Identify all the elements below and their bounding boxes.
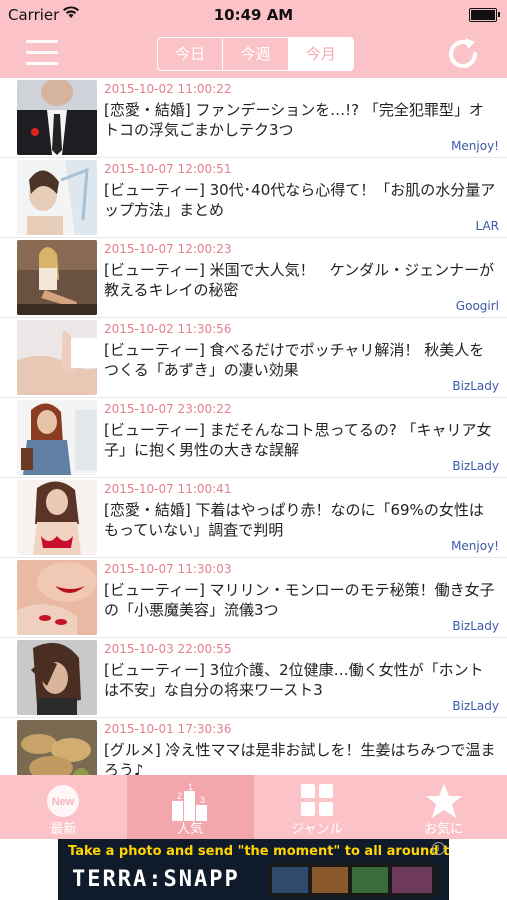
article-title: [ビューティー] 食べるだけでポッチャリ解消！ 秋美人をつくる「あずき」の凄い効… [104, 341, 485, 379]
article-source: BizLady [452, 699, 499, 713]
article-title: [ビューティー] マリリン・モンローのモテ秘策！働き女子の「小悪魔美容」流儀3つ [104, 581, 495, 619]
article-date: 2015-10-03 22:00:55 [104, 642, 232, 656]
article-title: [恋愛・結婚] ファンデーションを…!? 「完全犯罪型」オトコの浮気ごまかしテク… [104, 101, 484, 139]
article-title: [グルメ] 冷え性ママは是非お試しを！生姜はちみつで温まろう♪ [104, 741, 496, 775]
article-source: BizLady [452, 459, 499, 473]
article-date: 2015-10-07 12:00:23 [104, 242, 232, 256]
list-item[interactable]: 2015-10-01 17:30:36 [グルメ] 冷え性ママは是非お試しを！生… [0, 718, 507, 775]
navigation-bar: 今日 今週 今月 [0, 30, 507, 78]
ad-photo-strip [268, 863, 438, 897]
clock: 10:49 AM [213, 6, 294, 24]
ad-headline: Take a photo and send "the moment" to al… [68, 844, 449, 859]
list-item[interactable]: 2015-10-07 11:00:41 [恋愛・結婚] 下着はやっぱり赤！なのに… [0, 478, 507, 558]
reload-icon[interactable] [445, 36, 481, 72]
article-date: 2015-10-07 11:00:41 [104, 482, 232, 496]
tab-label: 最新 [50, 822, 77, 837]
article-source: BizLady [452, 379, 499, 393]
list-item[interactable]: 2015-10-03 22:00:55 [ビューティー] 3位介護、2位健康…働… [0, 638, 507, 718]
article-title: [ビューティー] まだそんなコト思ってるの? 「キャリア女子」に抱く男性の大きな… [104, 421, 492, 459]
tab-latest[interactable]: New 最新 [0, 775, 127, 839]
article-thumbnail [17, 560, 97, 635]
list-item[interactable]: 2015-10-02 11:30:56 [ビューティー] 食べるだけでポッチャリ… [0, 318, 507, 398]
article-date: 2015-10-02 11:30:56 [104, 322, 232, 336]
article-date: 2015-10-01 17:30:36 [104, 722, 232, 736]
article-thumbnail [17, 240, 97, 315]
article-source: BizLady [452, 619, 499, 633]
tab-popular[interactable]: 213 人気 [126, 775, 254, 839]
list-item[interactable]: 2015-10-07 12:00:51 [ビューティー] 30代･40代なら心得… [0, 158, 507, 238]
tab-label: ジャンル [291, 822, 343, 837]
article-source: Menjoy! [451, 539, 499, 553]
ad-banner[interactable]: Take a photo and send "the moment" to al… [58, 839, 449, 900]
star-icon [425, 783, 463, 823]
segment-month[interactable]: 今月 [288, 38, 353, 70]
tab-label: お気に [424, 822, 464, 837]
article-thumbnail [17, 640, 97, 715]
article-title: [ビューティー] 米国で大人気！ ケンダル・ジェンナーが教えるキレイの秘密 [104, 261, 495, 299]
article-thumbnail [17, 320, 97, 395]
article-title: [恋愛・結婚] 下着はやっぱり赤！なのに「69%の女性はもっていない」調査で判明 [104, 501, 484, 539]
segment-week[interactable]: 今週 [223, 38, 289, 70]
list-item[interactable]: 2015-10-07 11:30:03 [ビューティー] マリリン・モンローのモ… [0, 558, 507, 638]
list-item[interactable]: 2015-10-02 11:00:22 [恋愛・結婚] ファンデーションを…!?… [0, 78, 507, 158]
menu-icon[interactable] [26, 40, 58, 66]
article-date: 2015-10-07 12:00:51 [104, 162, 232, 176]
article-date: 2015-10-07 23:00:22 [104, 402, 232, 416]
grid-icon [300, 783, 334, 821]
segment-today[interactable]: 今日 [158, 38, 224, 70]
tab-bar: New 最新 213 人気 ジャンル お気に [0, 775, 507, 839]
period-segmented-control: 今日 今週 今月 [157, 37, 354, 71]
article-title: [ビューティー] 30代･40代なら心得て！「お肌の水分量アップ方法」まとめ [104, 181, 496, 219]
article-thumbnail [17, 80, 97, 155]
svg-text:3: 3 [200, 795, 205, 805]
tab-genre[interactable]: ジャンル [254, 775, 381, 839]
battery-icon [469, 8, 500, 22]
ad-info-icon[interactable]: i [432, 842, 445, 855]
tab-favorites[interactable]: お気に [380, 775, 507, 839]
article-thumbnail [17, 480, 97, 555]
article-date: 2015-10-07 11:30:03 [104, 562, 232, 576]
article-thumbnail [17, 160, 97, 235]
article-list[interactable]: 2015-10-02 11:00:22 [恋愛・結婚] ファンデーションを…!?… [0, 78, 507, 775]
article-date: 2015-10-02 11:00:22 [104, 82, 232, 96]
list-item[interactable]: 2015-10-07 23:00:22 [ビューティー] まだそんなコト思ってる… [0, 398, 507, 478]
tab-label: 人気 [177, 822, 204, 837]
article-title: [ビューティー] 3位介護、2位健康…働く女性が「ホントは不安」な自分の将来ワー… [104, 661, 484, 699]
list-item[interactable]: 2015-10-07 12:00:23 [ビューティー] 米国で大人気！ ケンダ… [0, 238, 507, 318]
article-source: Googirl [455, 299, 499, 313]
ad-brand: TERRA:SNAPP [72, 867, 240, 892]
article-thumbnail [17, 400, 97, 475]
new-badge-icon: New [45, 783, 81, 823]
article-source: Menjoy! [451, 139, 499, 153]
status-bar: Carrier 10:49 AM [0, 0, 507, 30]
new-badge-text: New [52, 796, 75, 808]
svg-text:2: 2 [177, 791, 182, 801]
article-thumbnail [17, 720, 97, 775]
article-source: LAR [475, 219, 499, 233]
svg-text:1: 1 [188, 783, 193, 792]
